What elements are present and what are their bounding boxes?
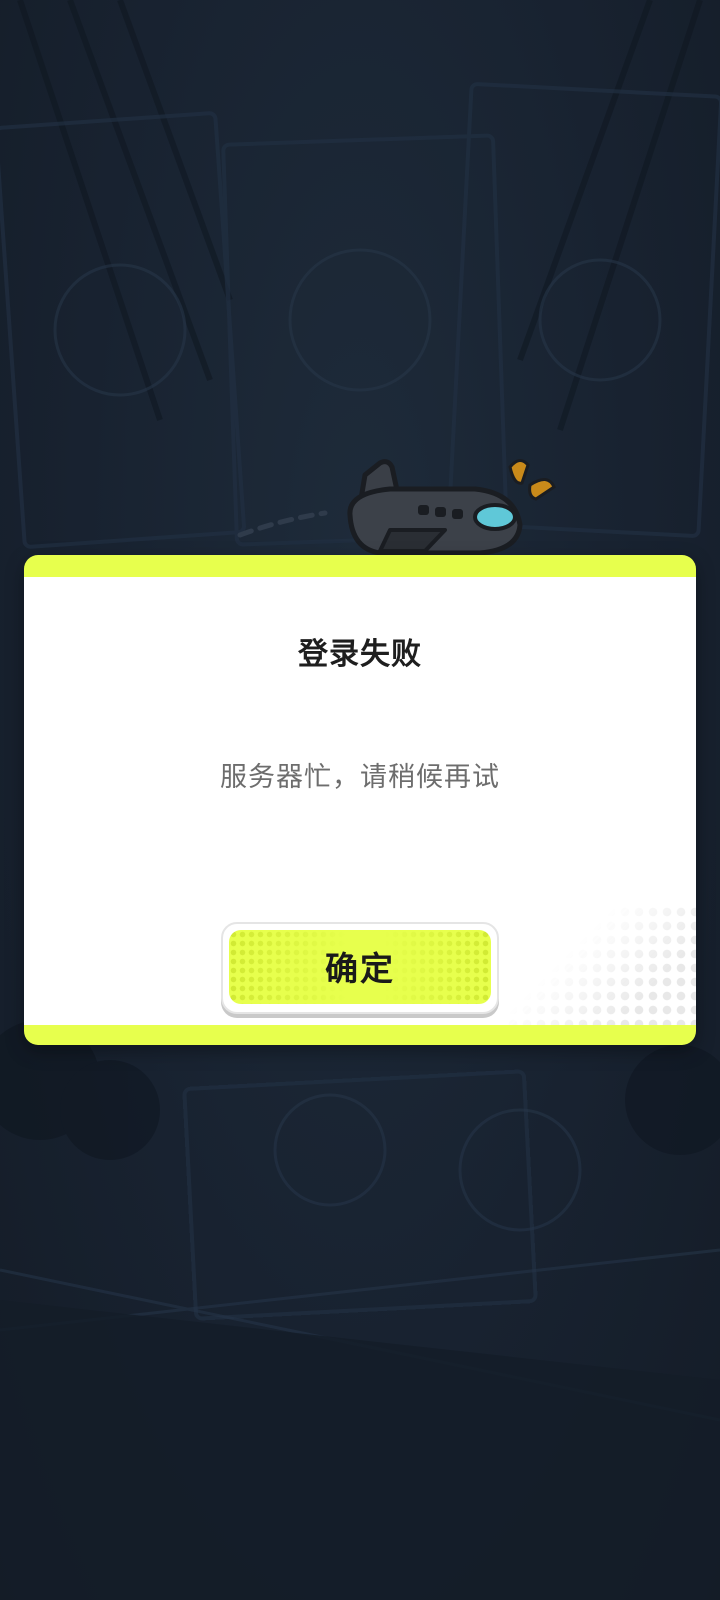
halftone-pattern — [506, 905, 696, 1025]
confirm-button[interactable]: 确定 — [221, 922, 499, 1014]
airplane-mascot-icon — [237, 459, 556, 556]
dialog-message: 服务器忙，请稍候再试 — [220, 762, 500, 793]
confirm-button-label: 确定 — [325, 949, 395, 988]
dialog-body: 登录失败 服务器忙，请稍候再试 确定 — [24, 577, 696, 1025]
login-failed-dialog: 登录失败 服务器忙，请稍候再试 确定 — [24, 555, 696, 1045]
dialog-title: 登录失败 — [298, 637, 422, 672]
confirm-button-face: 确定 — [229, 930, 491, 1004]
